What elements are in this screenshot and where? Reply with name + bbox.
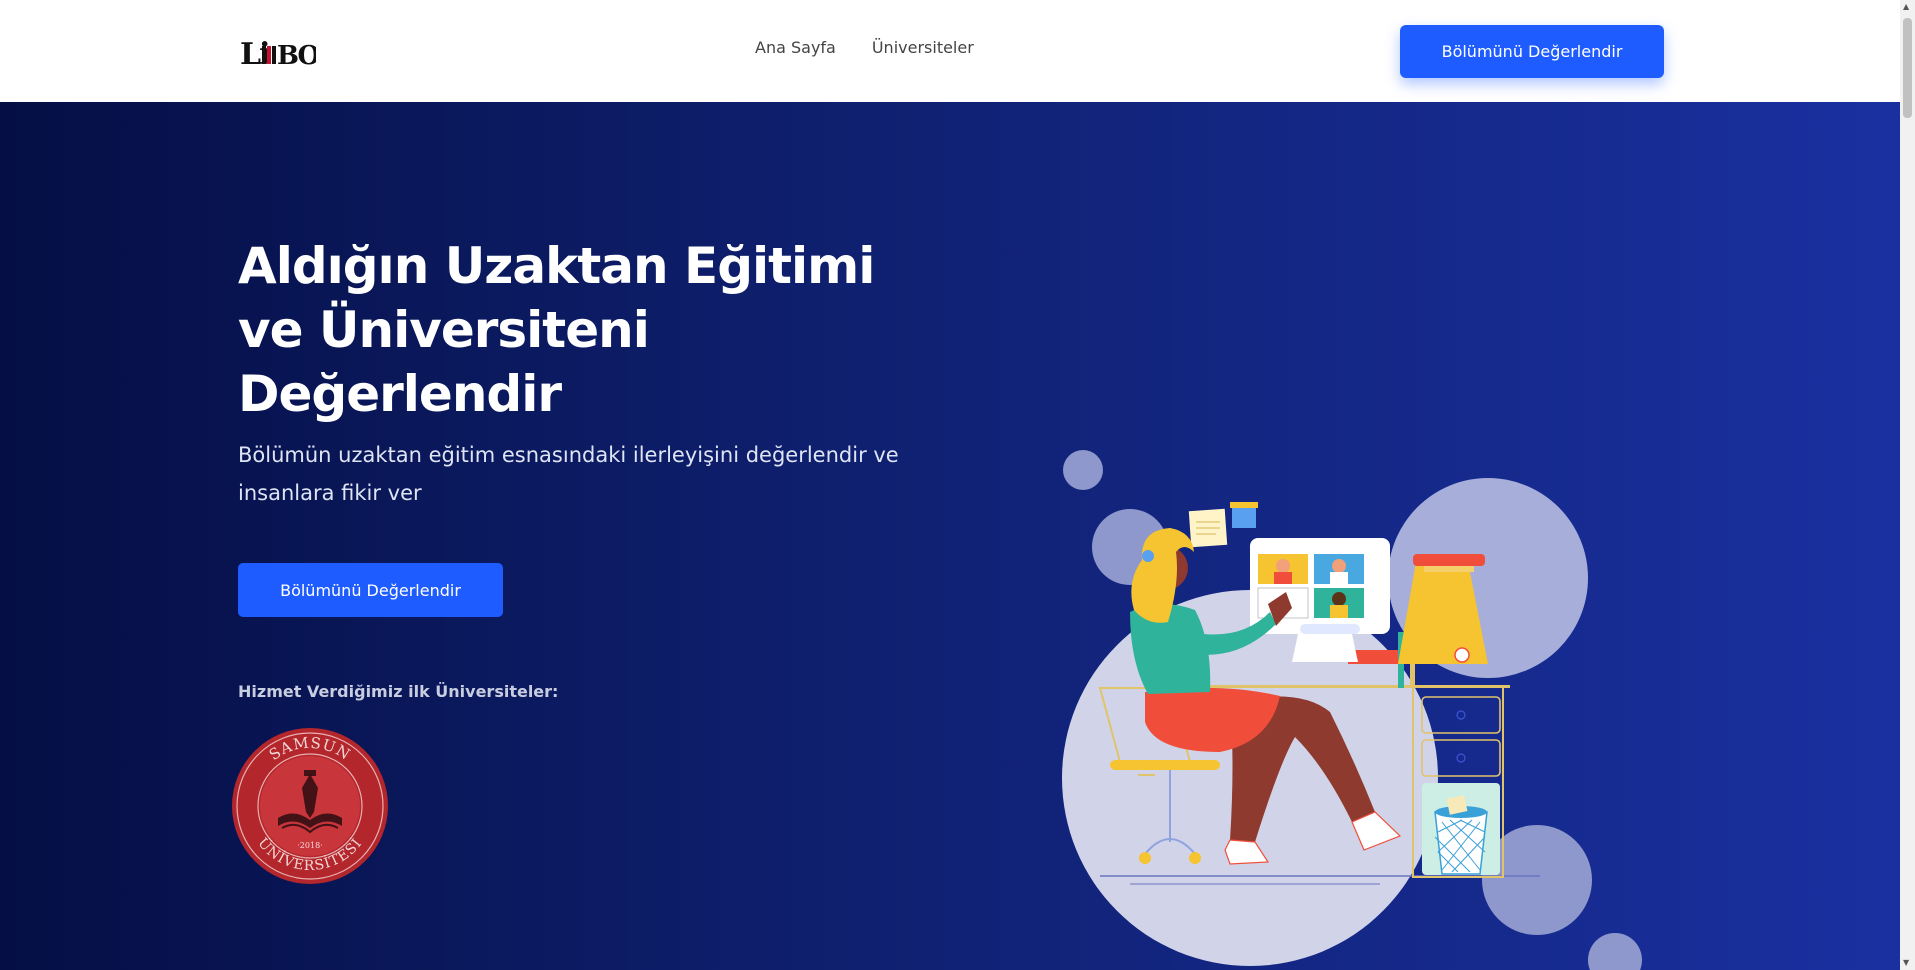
main-nav: Ana Sayfa Üniversiteler [755,38,974,57]
nav-universities-link[interactable]: Üniversiteler [872,38,974,57]
header-rate-button[interactable]: Bölümünü Değerlendir [1400,25,1664,78]
page-scrollbar[interactable]: ▲ ▼ [1900,0,1915,970]
partners-label: Hizmet Verdiğimiz ilk Üniversiteler: [238,682,559,701]
limbo-logo-icon: Li BO [240,37,316,68]
site-header: Li BO Ana Sayfa Üniversiteler Bölümünü D… [0,0,1900,102]
hero-title: Aldığın Uzaktan Eğitimi ve Üniversiteni … [238,237,875,423]
hero-subtitle: Bölümün uzaktan eğitim esnasındaki ilerl… [238,443,899,505]
svg-text:·2018·: ·2018· [297,841,322,850]
hero-rate-button[interactable]: Bölümünü Değerlendir [238,563,503,617]
scroll-thumb[interactable] [1903,18,1912,118]
hero-section: Aldığın Uzaktan Eğitimi ve Üniversiteni … [0,102,1900,970]
remote-learning-illustration [1062,450,1642,970]
svg-text:BO: BO [277,41,316,68]
nav-home-link[interactable]: Ana Sayfa [755,38,836,57]
scroll-up-icon[interactable]: ▲ [1903,3,1909,11]
samsun-university-seal[interactable]: SAMSUN ÜNİVERSİTESİ ·2018· [230,726,390,886]
brand-logo[interactable]: Li BO [240,34,316,68]
scroll-down-icon[interactable]: ▼ [1903,959,1909,967]
